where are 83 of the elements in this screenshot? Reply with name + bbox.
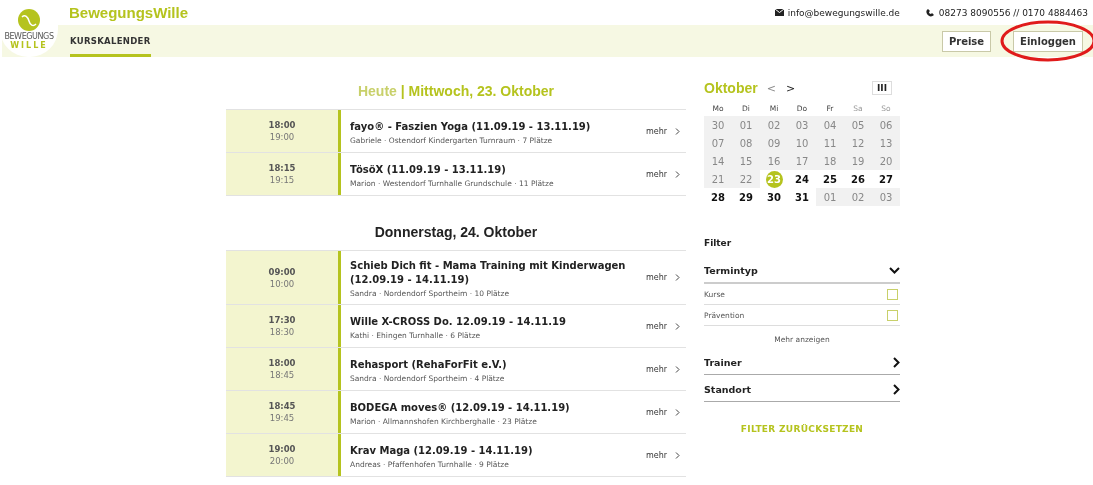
- phone-icon: [925, 8, 935, 17]
- chevron-right-icon: [675, 127, 680, 135]
- calendar-day[interactable]: 14: [704, 152, 732, 170]
- calendar-day[interactable]: 08: [732, 134, 760, 152]
- filter-group-header[interactable]: Standort: [704, 377, 900, 402]
- event-title: BODEGA moves® (12.09.19 - 14.11.19): [350, 400, 571, 415]
- start-time: 18:15: [268, 163, 296, 173]
- calendar-day[interactable]: 06: [872, 116, 900, 134]
- calendar-day[interactable]: 18: [816, 152, 844, 170]
- start-time: 18:45: [268, 401, 296, 411]
- checkbox[interactable]: [887, 288, 898, 300]
- month-title: Oktober: [704, 80, 758, 96]
- nav-button[interactable]: Einloggen: [1013, 31, 1083, 52]
- event-title: Krav Maga (12.09.19 - 14.11.19): [350, 443, 534, 458]
- end-time: 19:00: [269, 132, 295, 142]
- calendar-day[interactable]: 05: [844, 116, 872, 134]
- more-link[interactable]: mehr: [645, 251, 686, 304]
- calendar-day[interactable]: 11: [816, 134, 844, 152]
- next-month-button[interactable]: >: [785, 81, 796, 95]
- filter-group-header[interactable]: Trainer: [704, 350, 900, 375]
- start-time: 18:00: [268, 120, 296, 130]
- calendar-day[interactable]: 01: [816, 188, 844, 206]
- start-time: 09:00: [268, 266, 296, 277]
- chevron-right-icon: [675, 170, 680, 178]
- email-link[interactable]: info@bewegungswille.de: [787, 7, 900, 18]
- nav-button[interactable]: Preise: [941, 31, 992, 52]
- calendar-day[interactable]: 02: [844, 188, 872, 206]
- calendar-day[interactable]: 03: [788, 116, 816, 134]
- calendar-day[interactable]: 07: [704, 134, 732, 152]
- calendar-day[interactable]: 10: [788, 134, 816, 152]
- checkbox[interactable]: [887, 309, 898, 321]
- end-time: 18:30: [269, 327, 295, 337]
- calendar-day[interactable]: 21: [704, 170, 732, 188]
- reset-filter-button[interactable]: FILTER ZURÜCKSETZEN: [704, 424, 900, 434]
- calendar-day[interactable]: 01: [732, 116, 760, 134]
- brand-name: BewegungsWille: [69, 4, 189, 21]
- calendar-day[interactable]: 19: [844, 152, 872, 170]
- logo-ball-icon: [17, 7, 41, 32]
- event-title: Rehasport (RehaForFit e.V.): [350, 357, 508, 372]
- calendar-day[interactable]: 02: [760, 116, 788, 134]
- event-title: TösöX (11.09.19 - 13.11.19): [350, 162, 507, 177]
- calendar-day[interactable]: 12: [844, 134, 872, 152]
- filter-group-header[interactable]: Termintyp: [704, 258, 900, 284]
- day-heading: Donnerstag, 24. Oktober: [373, 224, 539, 242]
- calendar-day[interactable]: 30: [704, 116, 732, 134]
- calendar-day[interactable]: 20: [872, 152, 900, 170]
- calendar-day[interactable]: 03: [872, 188, 900, 206]
- chevron-right-icon: [675, 322, 680, 330]
- calendar-day[interactable]: 09: [760, 134, 788, 152]
- chevron-right-icon: [675, 365, 680, 373]
- nav-tab[interactable]: KURSKALENDER: [70, 25, 151, 57]
- calendar-day[interactable]: 15: [732, 152, 760, 170]
- calendar-day[interactable]: 22: [732, 170, 760, 188]
- calendar-day[interactable]: 13: [872, 134, 900, 152]
- view-toggle-button[interactable]: III: [871, 81, 892, 95]
- chevron-right-icon: [675, 408, 680, 416]
- start-time: 17:30: [268, 315, 296, 325]
- calendar-day[interactable]: 16: [760, 152, 788, 170]
- more-link[interactable]: mehr: [645, 110, 686, 152]
- start-time: 19:00: [268, 444, 296, 454]
- more-link[interactable]: mehr: [645, 153, 686, 195]
- end-time: 20:00: [269, 456, 295, 466]
- start-time: 18:00: [268, 358, 296, 368]
- calendar-day[interactable]: 04: [816, 116, 844, 134]
- more-link[interactable]: mehr: [645, 348, 686, 390]
- day-heading: Heute | Mittwoch, 23. Oktober: [356, 83, 556, 101]
- end-time: 18:45: [269, 370, 295, 380]
- phone-number: 08273 8090556 // 0170 4884463: [938, 7, 1088, 18]
- mail-icon: [774, 9, 784, 16]
- more-link[interactable]: mehr: [645, 305, 686, 347]
- more-link[interactable]: mehr: [645, 391, 686, 433]
- chevron-right-icon: [675, 451, 680, 459]
- end-time: 19:15: [269, 175, 295, 185]
- chevron-right-icon: [675, 274, 680, 281]
- end-time: 10:00: [269, 278, 295, 289]
- calendar-day[interactable]: 17: [788, 152, 816, 170]
- more-link[interactable]: mehr: [645, 434, 686, 476]
- prev-month-button[interactable]: <: [766, 81, 776, 95]
- event-title: Schieb Dich fit - Mama Training mit Kinderwagen (12.09.19 - 14.11.19): [350, 259, 627, 287]
- event-title: fayo® - Faszien Yoga (11.09.19 - 13.11.19): [350, 119, 592, 134]
- event-title: Wille X-CROSS Do. 12.09.19 - 14.11.19: [350, 314, 567, 329]
- end-time: 19:45: [269, 413, 295, 423]
- filter-title: Filter: [704, 238, 733, 248]
